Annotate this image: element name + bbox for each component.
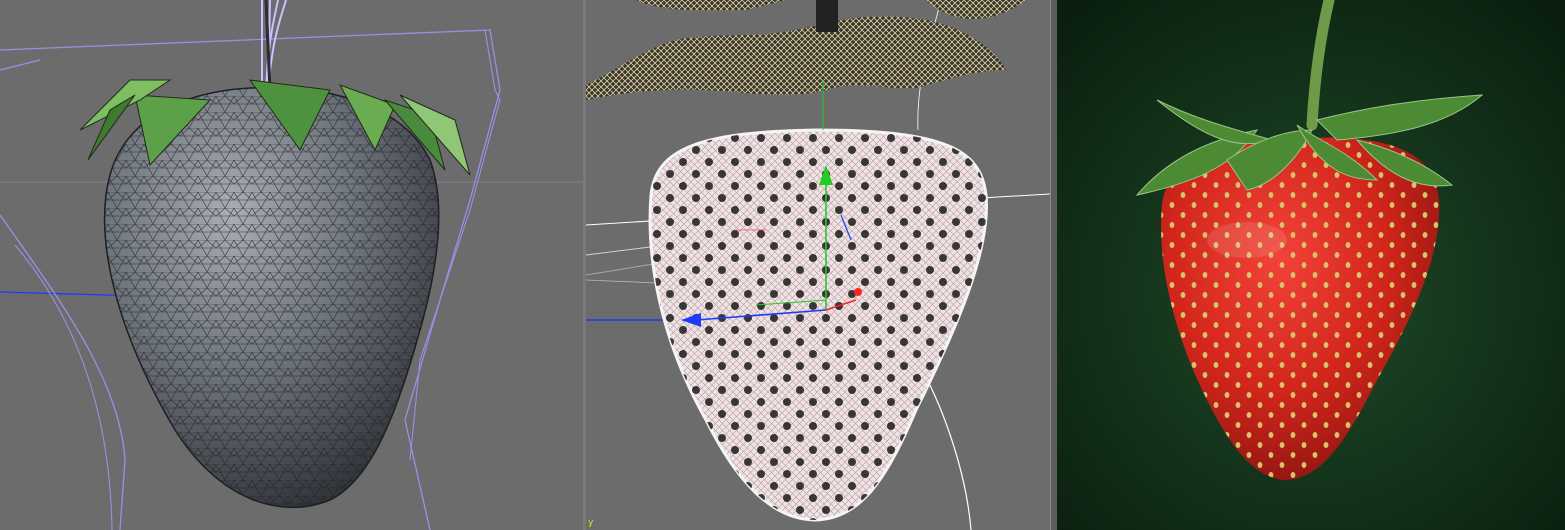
axis-y-label: y	[588, 518, 594, 528]
wireframe-canvas	[0, 0, 583, 530]
viewport-render	[1057, 0, 1565, 530]
render-divider[interactable]	[1050, 0, 1057, 530]
viewport-dense-mesh[interactable]: y	[586, 0, 1050, 530]
viewport-wireframe[interactable]	[0, 0, 583, 530]
dense-mesh-canvas	[586, 0, 1050, 530]
render-canvas	[1057, 0, 1565, 530]
three-pane-workspace: y	[0, 0, 1565, 530]
